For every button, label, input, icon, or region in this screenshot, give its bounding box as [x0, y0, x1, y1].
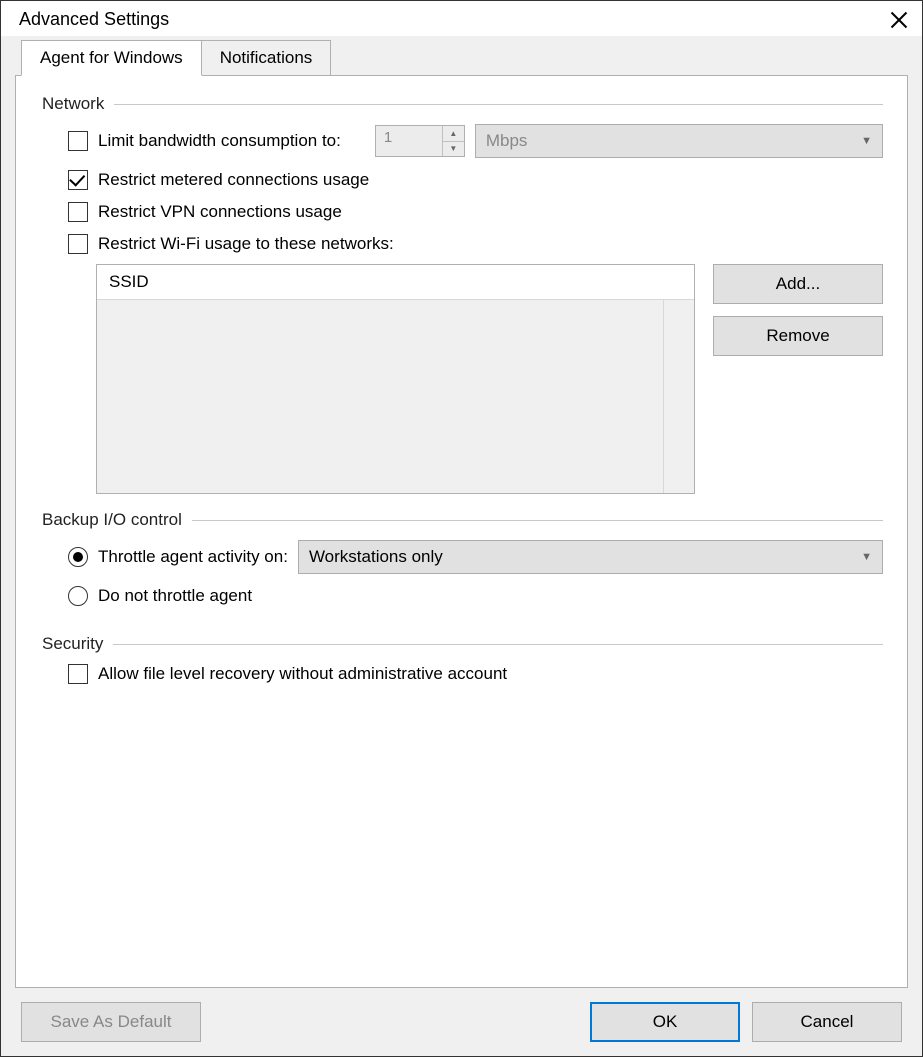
- ok-button[interactable]: OK: [590, 1002, 740, 1042]
- ssid-column-header: SSID: [97, 265, 694, 300]
- restrict-wifi-checkbox[interactable]: [68, 234, 88, 254]
- security-group: Security Allow file level recovery witho…: [40, 634, 883, 696]
- tab-panel-agent: Network Limit bandwidth consumption to: …: [15, 75, 908, 988]
- tab-strip: Agent for Windows Notifications: [15, 40, 908, 76]
- titlebar: Advanced Settings: [1, 1, 922, 36]
- content-area: Agent for Windows Notifications Network …: [1, 36, 922, 1056]
- chevron-down-icon[interactable]: ▼: [443, 142, 464, 157]
- ssid-listbox[interactable]: SSID: [96, 264, 695, 494]
- chevron-down-icon: ▼: [861, 135, 872, 147]
- remove-ssid-button[interactable]: Remove: [713, 316, 883, 356]
- restrict-vpn-checkbox[interactable]: [68, 202, 88, 222]
- io-legend: Backup I/O control: [40, 510, 192, 530]
- no-throttle-radio[interactable]: [68, 586, 88, 606]
- dialog-window: Advanced Settings Agent for Windows Noti…: [0, 0, 923, 1057]
- bandwidth-unit-dropdown[interactable]: Mbps ▼: [475, 124, 883, 158]
- cancel-button[interactable]: Cancel: [752, 1002, 902, 1042]
- bandwidth-spinner[interactable]: 1 ▲ ▼: [375, 125, 465, 157]
- allow-recovery-checkbox[interactable]: [68, 664, 88, 684]
- restrict-metered-label: Restrict metered connections usage: [98, 170, 369, 190]
- limit-bandwidth-label: Limit bandwidth consumption to:: [98, 131, 341, 151]
- bandwidth-value: 1: [376, 126, 442, 156]
- network-legend: Network: [40, 94, 114, 114]
- bandwidth-unit-value: Mbps: [486, 131, 528, 151]
- add-ssid-button[interactable]: Add...: [713, 264, 883, 304]
- restrict-wifi-label: Restrict Wi-Fi usage to these networks:: [98, 234, 394, 254]
- io-control-group: Backup I/O control Throttle agent activi…: [40, 510, 883, 618]
- tab-agent-windows[interactable]: Agent for Windows: [21, 40, 202, 76]
- limit-bandwidth-checkbox[interactable]: [68, 131, 88, 151]
- restrict-vpn-label: Restrict VPN connections usage: [98, 202, 342, 222]
- ssid-list-body: [97, 300, 694, 493]
- throttle-target-dropdown[interactable]: Workstations only ▼: [298, 540, 883, 574]
- dialog-footer: Save As Default OK Cancel: [15, 988, 908, 1044]
- window-title: Advanced Settings: [19, 9, 169, 30]
- throttle-radio[interactable]: [68, 547, 88, 567]
- security-legend: Security: [40, 634, 113, 654]
- network-group: Network Limit bandwidth consumption to: …: [40, 94, 883, 494]
- throttle-target-value: Workstations only: [309, 547, 443, 567]
- chevron-down-icon: ▼: [861, 551, 872, 563]
- tab-notifications[interactable]: Notifications: [202, 40, 332, 76]
- save-as-default-button[interactable]: Save As Default: [21, 1002, 201, 1042]
- spinner-arrows[interactable]: ▲ ▼: [442, 126, 464, 156]
- close-icon[interactable]: [890, 11, 908, 29]
- no-throttle-label: Do not throttle agent: [98, 586, 252, 606]
- chevron-up-icon[interactable]: ▲: [443, 126, 464, 142]
- restrict-metered-checkbox[interactable]: [68, 170, 88, 190]
- throttle-label: Throttle agent activity on:: [98, 547, 288, 567]
- allow-recovery-label: Allow file level recovery without admini…: [98, 664, 507, 684]
